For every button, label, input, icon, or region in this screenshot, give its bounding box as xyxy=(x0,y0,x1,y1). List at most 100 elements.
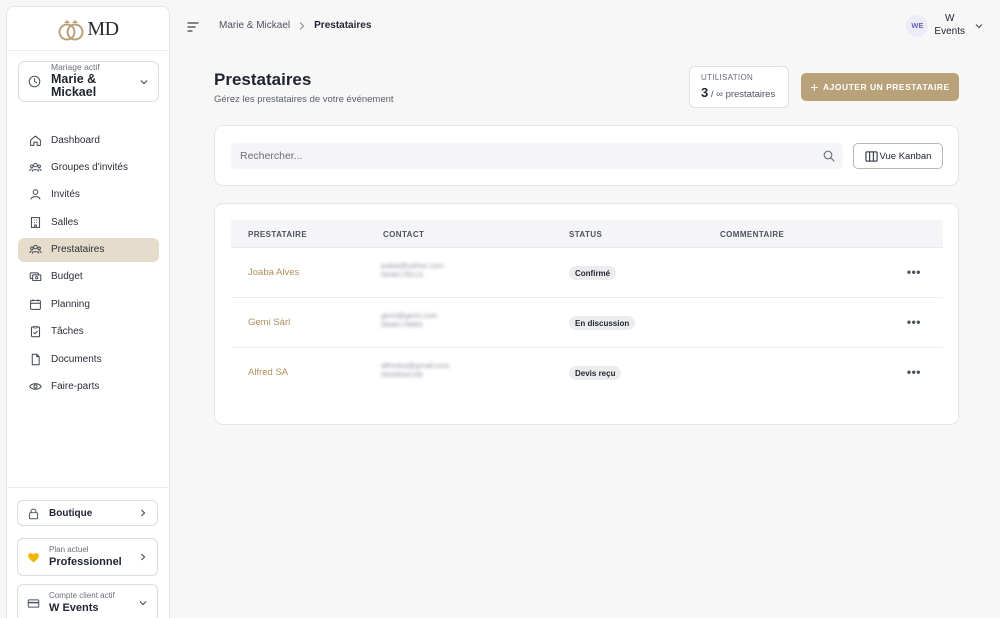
sidebar-item-planning[interactable]: Planning xyxy=(18,292,159,316)
groups-icon xyxy=(29,162,42,172)
more-actions-icon[interactable]: ••• xyxy=(907,265,921,279)
page-title: Prestataires xyxy=(214,70,312,89)
budget-icon xyxy=(29,272,42,282)
add-vendor-label: AJOUTER UN PRESTATAIRE xyxy=(822,82,950,92)
sidebar-item-budget[interactable]: Budget xyxy=(18,265,159,289)
chevron-right-icon xyxy=(141,553,146,561)
active-wedding-select[interactable]: Mariage actif Marie & Mickael xyxy=(18,61,159,102)
more-actions-icon[interactable]: ••• xyxy=(907,365,921,379)
lock-icon xyxy=(28,508,39,519)
user-name: W Events xyxy=(934,13,965,38)
search-field xyxy=(231,143,843,169)
vendor-phone: 0648178213 xyxy=(381,270,423,280)
search-input[interactable] xyxy=(231,143,843,169)
vendor-contact: gemi@gemi.com 0648178865 xyxy=(381,311,471,330)
boutique-label: Boutique xyxy=(49,507,93,519)
columns-icon xyxy=(864,150,878,162)
sidebar-item-label: Planning xyxy=(51,298,90,310)
active-account-select[interactable]: Compte client actif W Events xyxy=(17,584,158,618)
vendor-phone: 0645834158 xyxy=(381,370,423,380)
vendor-email: alfredsa@gmail.com xyxy=(381,361,450,370)
table-row[interactable]: Joaba Alves joaba@yahoo.com 0648178213 C… xyxy=(231,248,943,298)
chevron-down-icon xyxy=(975,23,983,28)
brand-logo[interactable]: MD xyxy=(7,7,169,51)
heart-icon xyxy=(28,552,39,562)
kanban-view-label: Vue Kanban xyxy=(879,150,932,162)
column-header-contact: CONTACT xyxy=(383,230,425,239)
file-icon xyxy=(31,353,40,365)
vendor-email: gemi@gemi.com xyxy=(381,311,438,320)
table-header: PRESTATAIRE CONTACT STATUS COMMENTAIRE xyxy=(231,220,943,248)
search-icon[interactable] xyxy=(823,150,835,162)
user-menu[interactable]: WE W Events xyxy=(906,13,984,38)
avatar: WE xyxy=(906,14,929,37)
sidebar-item-label: Salles xyxy=(51,216,79,228)
usage-count: 3 xyxy=(701,85,709,100)
calendar-icon xyxy=(30,299,41,310)
building-icon xyxy=(30,216,41,228)
chevron-right-icon xyxy=(299,21,305,30)
clock-icon xyxy=(28,75,41,88)
breadcrumb-parent[interactable]: Marie & Mickael xyxy=(219,20,290,31)
user-name-line2: Events xyxy=(934,25,965,37)
sidebar-nav: Dashboard Groupes d'invités Invités Sall… xyxy=(18,128,159,402)
active-wedding-value: Marie & Mickael xyxy=(51,72,97,100)
usage-label: UTILISATION xyxy=(701,73,754,82)
sidebar-item-guests[interactable]: Invités xyxy=(18,183,159,207)
vendor-name-link[interactable]: Joaba Alves xyxy=(248,267,299,278)
eye-icon xyxy=(29,383,42,390)
table-row[interactable]: Alfred SA alfredsa@gmail.com 0645834158 … xyxy=(231,348,943,398)
rings-icon xyxy=(58,19,84,40)
sidebar-item-documents[interactable]: Documents xyxy=(18,347,159,371)
plus-icon: + xyxy=(810,78,819,95)
sidebar-item-label: Tâches xyxy=(51,326,84,338)
add-vendor-button[interactable]: + AJOUTER UN PRESTATAIRE xyxy=(801,73,959,101)
account-label: Compte client actif xyxy=(49,591,115,601)
current-plan[interactable]: Plan actuel Professionnel xyxy=(17,538,158,576)
account-value: W Events xyxy=(49,601,99,614)
active-wedding-label: Mariage actif xyxy=(51,62,100,73)
column-header-status: STATUS xyxy=(569,230,603,239)
vendor-name-link[interactable]: Alfred SA xyxy=(248,367,288,378)
menu-toggle-icon[interactable] xyxy=(186,20,200,34)
sidebar-item-label: Groupes d'invités xyxy=(51,161,128,173)
status-badge: Devis reçu xyxy=(569,366,622,380)
sidebar-item-label: Invités xyxy=(51,189,80,201)
vendor-phone: 0648178865 xyxy=(381,320,423,330)
clipboard-check-icon xyxy=(30,326,41,338)
sidebar-item-label: Documents xyxy=(51,353,102,365)
sidebar-item-label: Faire-parts xyxy=(51,381,100,393)
chevron-down-icon xyxy=(140,79,148,84)
users-icon xyxy=(30,189,41,200)
chevron-down-icon xyxy=(139,601,147,606)
usage-value: 3 / ∞ prestataires xyxy=(701,85,777,100)
vendor-contact: alfredsa@gmail.com 0645834158 xyxy=(381,361,471,380)
breadcrumb: Marie & Mickael Prestataires xyxy=(219,20,371,31)
sidebar-item-announcements[interactable]: Faire-parts xyxy=(18,375,159,399)
column-header-comment: COMMENTAIRE xyxy=(720,230,785,239)
home-icon xyxy=(30,135,41,146)
plan-label: Plan actuel xyxy=(49,545,89,555)
sidebar-item-label: Dashboard xyxy=(51,134,100,146)
chevron-right-icon xyxy=(141,509,146,517)
kanban-view-button[interactable]: Vue Kanban xyxy=(853,143,943,169)
sidebar-item-venues[interactable]: Salles xyxy=(18,210,159,234)
column-header-vendor: PRESTATAIRE xyxy=(248,230,308,239)
logo-text: MD xyxy=(87,18,119,40)
sidebar-item-dashboard[interactable]: Dashboard xyxy=(18,128,159,152)
sidebar-item-label: Prestataires xyxy=(51,244,105,256)
sidebar-footer: Boutique Plan actuel Professionnel Compt… xyxy=(7,487,169,618)
vendor-name-link[interactable]: Gemi Sàrl xyxy=(248,317,290,328)
table-row[interactable]: Gemi Sàrl gemi@gemi.com 0648178865 En di… xyxy=(231,298,943,348)
sidebar: MD Mariage actif Marie & Mickael Dashboa… xyxy=(6,6,170,618)
more-actions-icon[interactable]: ••• xyxy=(907,315,921,329)
vendors-table: PRESTATAIRE CONTACT STATUS COMMENTAIRE J… xyxy=(214,203,959,425)
sidebar-item-tasks[interactable]: Tâches xyxy=(18,320,159,344)
boutique-button[interactable]: Boutique xyxy=(17,500,158,526)
sidebar-item-guest-groups[interactable]: Groupes d'invités xyxy=(18,155,159,179)
sidebar-item-vendors[interactable]: Prestataires xyxy=(18,237,159,262)
vendor-email: joaba@yahoo.com xyxy=(381,261,444,270)
usage-indicator: UTILISATION 3 / ∞ prestataires xyxy=(689,66,789,108)
search-card: Vue Kanban xyxy=(214,125,959,186)
sidebar-item-label: Budget xyxy=(51,271,83,283)
